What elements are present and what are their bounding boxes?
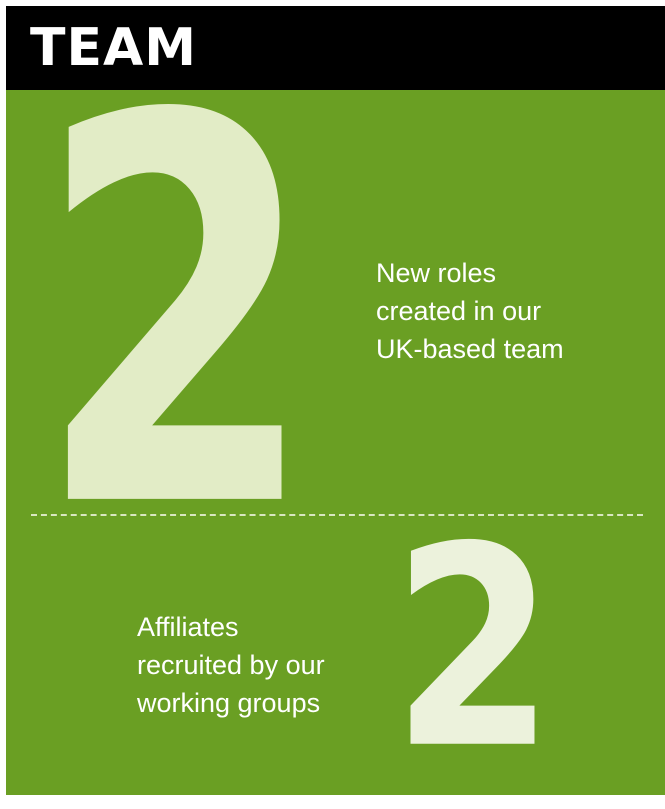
stat-caption-affiliates: Affiliates recruited by our working grou… [137,608,325,722]
caption-line: recruited by our [137,650,325,680]
caption-line: UK-based team [376,334,564,364]
stat-caption-new-roles: New roles created in our UK-based team [376,254,564,368]
team-stats-panel: 2 New roles created in our UK-based team… [6,5,665,809]
caption-line: Affiliates [137,612,239,642]
stat-value-new-roles: 2 [36,5,317,626]
caption-line: created in our [376,296,542,326]
caption-line: working groups [137,688,321,718]
caption-line: New roles [376,258,497,288]
stat-value-affiliates: 2 [392,488,555,809]
